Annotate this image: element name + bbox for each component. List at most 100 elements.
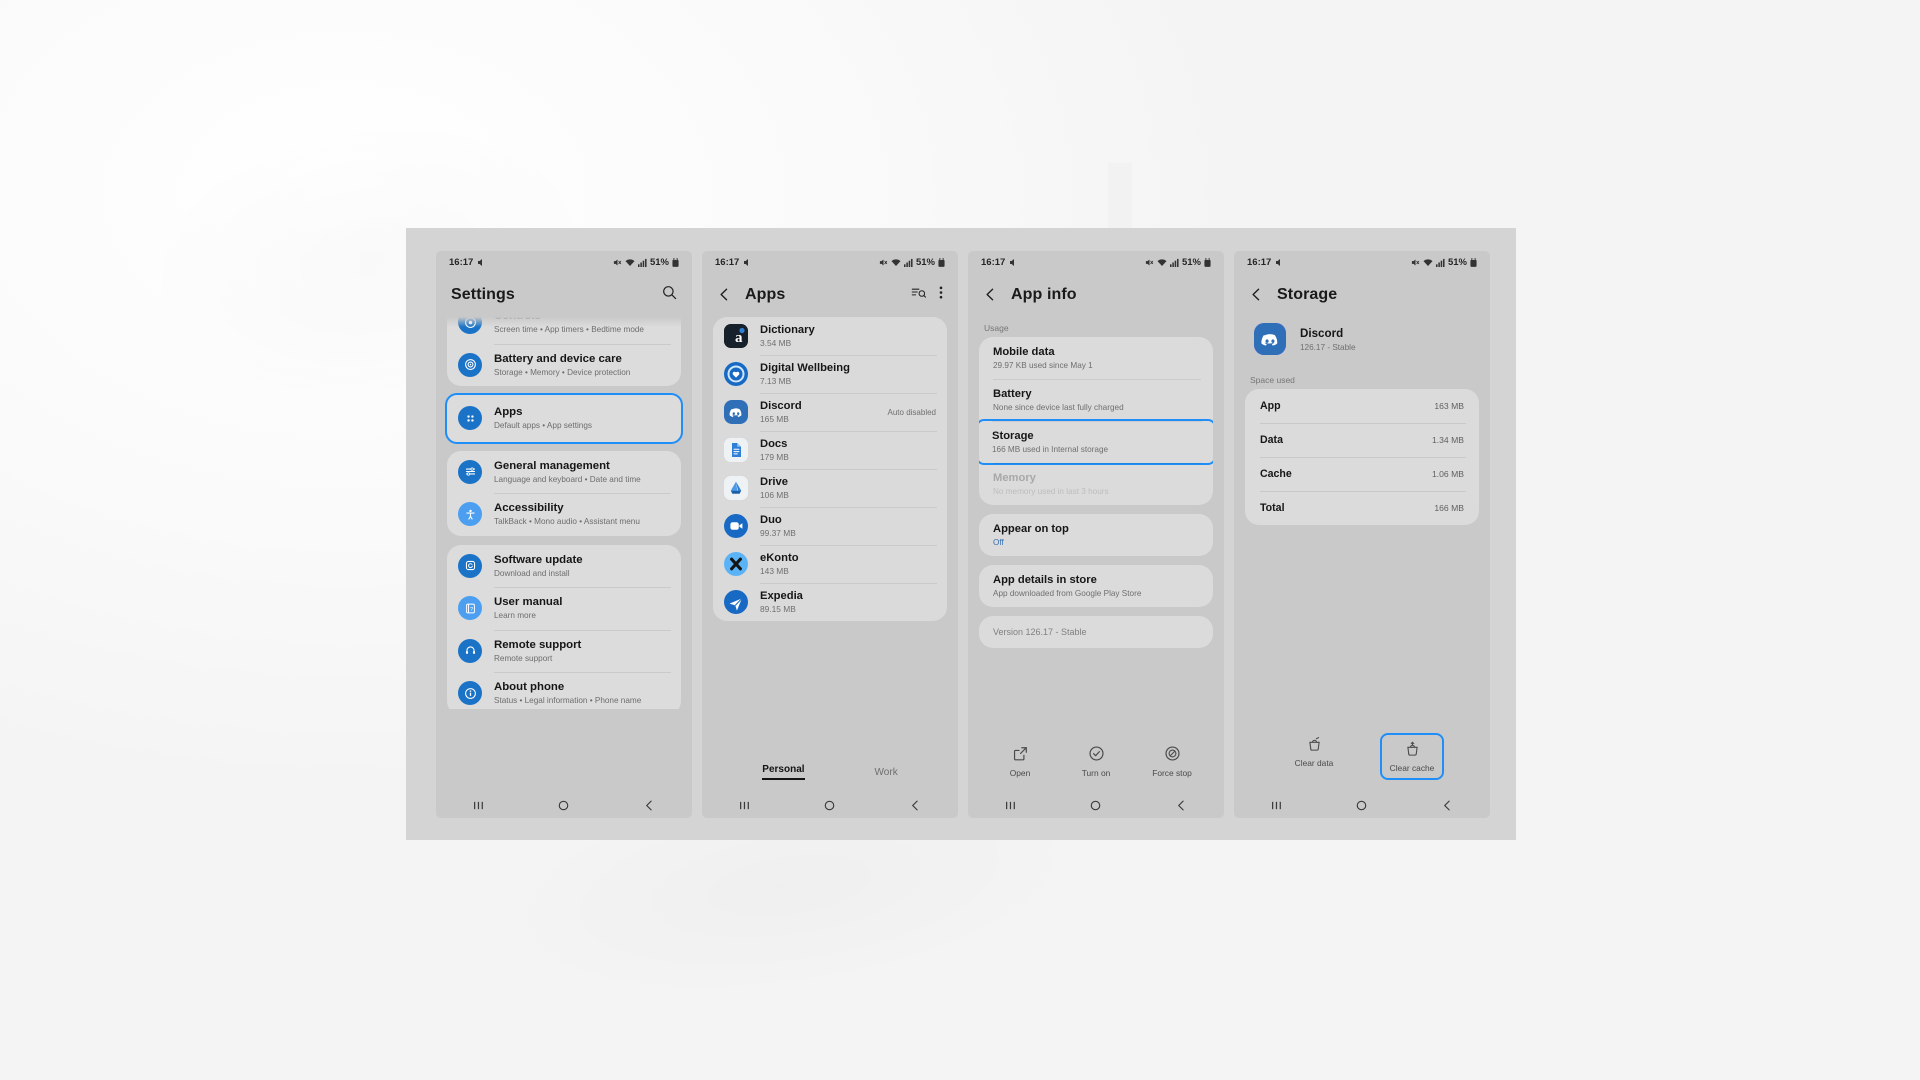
apps-list[interactable]: a Dictionary 3.54 MB Digital Wellbeing 7… (702, 317, 958, 621)
back-button[interactable] (1175, 799, 1188, 812)
home-button[interactable] (1089, 799, 1102, 812)
info-subtitle: 166 MB used in Internal storage (992, 445, 1109, 454)
sidebar-item-user-manual[interactable]: ? User manual Learn more (447, 587, 681, 630)
info-item-appear-on-top[interactable]: Appear on top Off (979, 514, 1213, 556)
list-item[interactable]: Docs 179 MB (713, 431, 947, 469)
nav-bar (702, 792, 958, 818)
list-item[interactable]: Digital Wellbeing 7.13 MB (713, 355, 947, 393)
settings-header: Settings (436, 273, 692, 317)
force-stop-icon (1164, 745, 1181, 762)
page-title: Settings (451, 286, 515, 303)
digital-wellbeing-icon (724, 362, 748, 386)
list-item[interactable]: Drive 106 MB (713, 469, 947, 507)
action-label: Force stop (1152, 768, 1192, 778)
info-item-mobile-data[interactable]: Mobile data 29.97 KB used since May 1 (979, 337, 1213, 379)
force-stop-button[interactable]: Force stop (1140, 745, 1204, 778)
status-battery: 51% (1447, 256, 1467, 268)
back-chevron-icon[interactable] (717, 287, 733, 303)
info-title: Appear on top (993, 523, 1069, 535)
settings-group-apps[interactable]: Apps Default apps • App settings (445, 393, 683, 444)
list-item[interactable]: a Dictionary 3.54 MB (713, 317, 947, 355)
duo-icon (724, 514, 748, 538)
info-title: Storage (992, 430, 1034, 442)
clear-data-button[interactable]: Clear data (1282, 735, 1346, 768)
info-subtitle: 29.97 KB used since May 1 (993, 361, 1093, 370)
back-button[interactable] (909, 799, 922, 812)
nav-bar (1234, 792, 1490, 818)
row-label: App (1260, 400, 1281, 412)
more-vertical-icon[interactable] (939, 285, 943, 305)
settings-scroll[interactable]: Controls Screen time • App timers • Bedt… (436, 317, 692, 709)
wifi-icon (625, 258, 635, 266)
sidebar-item-about-phone[interactable]: About phone Status • Legal information •… (447, 672, 681, 709)
home-button[interactable] (557, 799, 570, 812)
recents-button[interactable] (472, 799, 485, 812)
settings-item-title: User manual (494, 596, 563, 608)
sidebar-item-apps[interactable]: Apps Default apps • App settings (447, 395, 681, 442)
recents-button[interactable] (1004, 799, 1017, 812)
row-label: Total (1260, 502, 1285, 514)
info-item-memory[interactable]: Memory No memory used in last 3 hours (979, 463, 1213, 505)
sidebar-item-software-update[interactable]: Software update Download and install (447, 545, 681, 588)
clear-data-icon (1306, 735, 1323, 752)
apps-header: Apps (702, 273, 958, 317)
space-used-card: App 163 MB Data 1.34 MB Cache 1.06 MB To… (1245, 389, 1479, 525)
svg-text:?: ? (470, 607, 473, 613)
info-subtitle: Off (993, 538, 1004, 547)
accessibility-icon (458, 502, 482, 527)
status-time: 16:17 (981, 256, 1006, 268)
home-button[interactable] (823, 799, 836, 812)
mute-icon (1145, 258, 1154, 266)
recents-button[interactable] (738, 799, 751, 812)
sidebar-item-accessibility[interactable]: Accessibility TalkBack • Mono audio • As… (447, 493, 681, 536)
info-item-storage[interactable]: Storage 166 MB used in Internal storage (979, 419, 1213, 465)
status-bar: 16:17 51% (436, 251, 692, 273)
back-button[interactable] (1441, 799, 1454, 812)
sliders-icon (458, 459, 482, 484)
sort-filter-icon[interactable] (911, 285, 927, 305)
app-name: Duo (760, 514, 782, 526)
recents-button[interactable] (1270, 799, 1283, 812)
discord-icon (724, 400, 748, 424)
app-size: 89.15 MB (760, 604, 796, 614)
home-button[interactable] (1355, 799, 1368, 812)
status-battery: 51% (915, 256, 935, 268)
back-button[interactable] (643, 799, 656, 812)
sidebar-item-battery-device-care[interactable]: Battery and device care Storage • Memory… (447, 343, 681, 387)
back-chevron-icon[interactable] (983, 287, 999, 303)
signal-icon (903, 258, 913, 267)
status-time: 16:17 (715, 256, 740, 268)
list-item[interactable]: eKonto 143 MB (713, 545, 947, 583)
space-used-label: Space used (1250, 375, 1295, 385)
page-title: App info (1011, 286, 1077, 303)
settings-item-title: Software update (494, 553, 583, 566)
status-battery: 51% (1181, 256, 1201, 268)
app-info-scroll[interactable]: Mobile data 29.97 KB used since May 1 Ba… (968, 337, 1224, 607)
drive-icon (724, 476, 748, 500)
mute-icon (1411, 258, 1420, 266)
info-item-app-details-in-store[interactable]: App details in store App downloaded from… (979, 565, 1213, 607)
tab-work[interactable]: Work (875, 767, 898, 778)
list-item[interactable]: Discord 165 MB Auto disabled (713, 393, 947, 431)
sidebar-item-controls[interactable]: Controls Screen time • App timers • Bedt… (447, 317, 681, 344)
sidebar-item-remote-support[interactable]: Remote support Remote support (447, 629, 681, 673)
battery-care-icon (458, 352, 482, 377)
app-name: Discord (1300, 326, 1344, 340)
phones-stage: 16:17 51% Settings Screen time • App tim… (406, 228, 1516, 840)
open-button[interactable]: Open (988, 745, 1052, 778)
clear-cache-button[interactable]: Clear cache (1380, 733, 1444, 780)
app-details-card: App details in store App downloaded from… (979, 565, 1213, 607)
list-item[interactable]: Duo 99.37 MB (713, 507, 947, 545)
storage-rows-wrap: App 163 MB Data 1.34 MB Cache 1.06 MB To… (1234, 389, 1490, 525)
list-item[interactable]: Expedia 89.15 MB (713, 583, 947, 621)
turn-on-button[interactable]: Turn on (1064, 745, 1128, 778)
back-chevron-icon[interactable] (1249, 287, 1265, 303)
sidebar-item-general-management[interactable]: General management Language and keyboard… (447, 451, 681, 494)
battery-icon (672, 257, 679, 267)
row-label: Cache (1260, 468, 1292, 480)
tab-personal[interactable]: Personal (762, 764, 805, 780)
search-icon[interactable] (662, 285, 677, 305)
info-item-battery[interactable]: Battery None since device last fully cha… (979, 379, 1213, 421)
clear-cache-icon (1404, 740, 1421, 757)
check-circle-icon (1088, 745, 1105, 762)
